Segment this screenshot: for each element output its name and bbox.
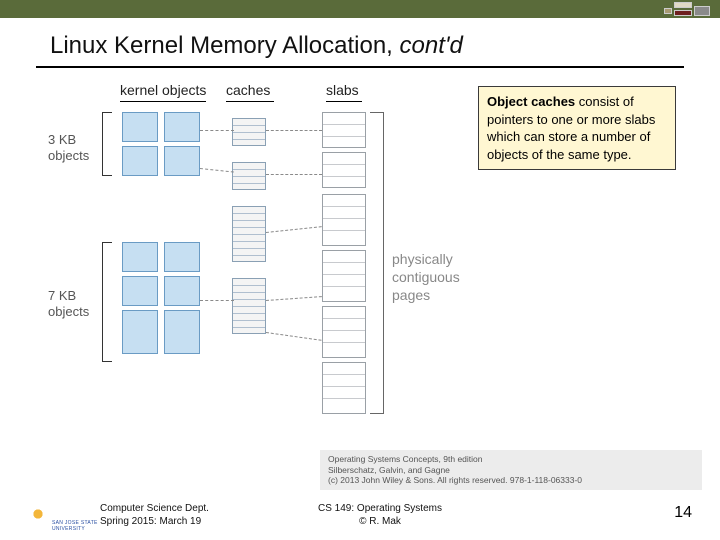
brace-slabs [370, 112, 384, 414]
slab-diagram: kernel objects caches slabs 3 KB objects… [44, 82, 424, 422]
reference-box: Operating Systems Concepts, 9th edition … [320, 450, 702, 490]
underline-kernel-objects [120, 101, 206, 102]
label-7kb-objects: 7 KB objects [48, 288, 102, 319]
callout-box: Object caches consist of pointers to one… [478, 86, 676, 170]
cache-box [232, 118, 266, 146]
cache-box [232, 278, 266, 334]
cache-box [232, 206, 266, 262]
decorative-top-stripe [0, 0, 720, 18]
header-caches: caches [226, 82, 270, 98]
header-slabs: slabs [326, 82, 359, 98]
kernel-object-box [164, 310, 200, 354]
connector-line [266, 174, 322, 175]
title-italic: cont'd [400, 32, 463, 59]
connector-line [266, 296, 322, 301]
title-main: Linux Kernel Memory Allocation, [50, 32, 400, 59]
kernel-object-box [164, 276, 200, 306]
kernel-object-box [164, 146, 200, 176]
slab-box [322, 194, 366, 246]
footer-left: Computer Science Dept. Spring 2015: Marc… [100, 503, 209, 528]
slide-footer: SAN JOSE STATE UNIVERSITY Computer Scien… [0, 496, 720, 532]
connector-line [200, 300, 234, 301]
decorative-corner [660, 0, 720, 18]
kernel-object-box [122, 242, 158, 272]
underline-slabs [326, 101, 362, 102]
underline-caches [226, 101, 274, 102]
kernel-object-box [122, 310, 158, 354]
kernel-object-box [164, 242, 200, 272]
footer-author: © R. Mak [300, 516, 460, 529]
reference-line: Silberschatz, Galvin, and Gagne [328, 465, 694, 476]
connector-line [266, 130, 322, 131]
kernel-object-box [164, 112, 200, 142]
footer-dept: Computer Science Dept. [100, 503, 209, 516]
slide-title: Linux Kernel Memory Allocation, cont'd [50, 32, 670, 60]
title-underline [36, 66, 684, 68]
connector-line [200, 130, 234, 131]
slab-box [322, 306, 366, 358]
page-number: 14 [674, 504, 692, 522]
slab-box [322, 250, 366, 302]
kernel-object-box [122, 146, 158, 176]
slab-box [322, 152, 366, 188]
bracket-3kb [102, 112, 112, 176]
footer-course: CS 149: Operating Systems [300, 503, 460, 516]
callout-bold: Object caches [487, 94, 575, 109]
slab-box [322, 362, 366, 414]
cache-box [232, 162, 266, 190]
connector-line [266, 332, 322, 341]
footer-center: CS 149: Operating Systems © R. Mak [300, 503, 460, 528]
label-phys-pages: physically contiguous pages [392, 250, 482, 305]
kernel-object-box [122, 112, 158, 142]
bracket-7kb [102, 242, 112, 362]
connector-line [200, 168, 234, 173]
reference-line: Operating Systems Concepts, 9th edition [328, 454, 694, 465]
kernel-object-box [122, 276, 158, 306]
slab-box [322, 112, 366, 148]
label-3kb-objects: 3 KB objects [48, 132, 102, 163]
sjsu-logo: SAN JOSE STATE UNIVERSITY [26, 506, 52, 530]
reference-line: (c) 2013 John Wiley & Sons. All rights r… [328, 475, 694, 486]
connector-line [266, 226, 322, 233]
header-kernel-objects: kernel objects [120, 82, 206, 98]
footer-date: Spring 2015: March 19 [100, 516, 209, 529]
